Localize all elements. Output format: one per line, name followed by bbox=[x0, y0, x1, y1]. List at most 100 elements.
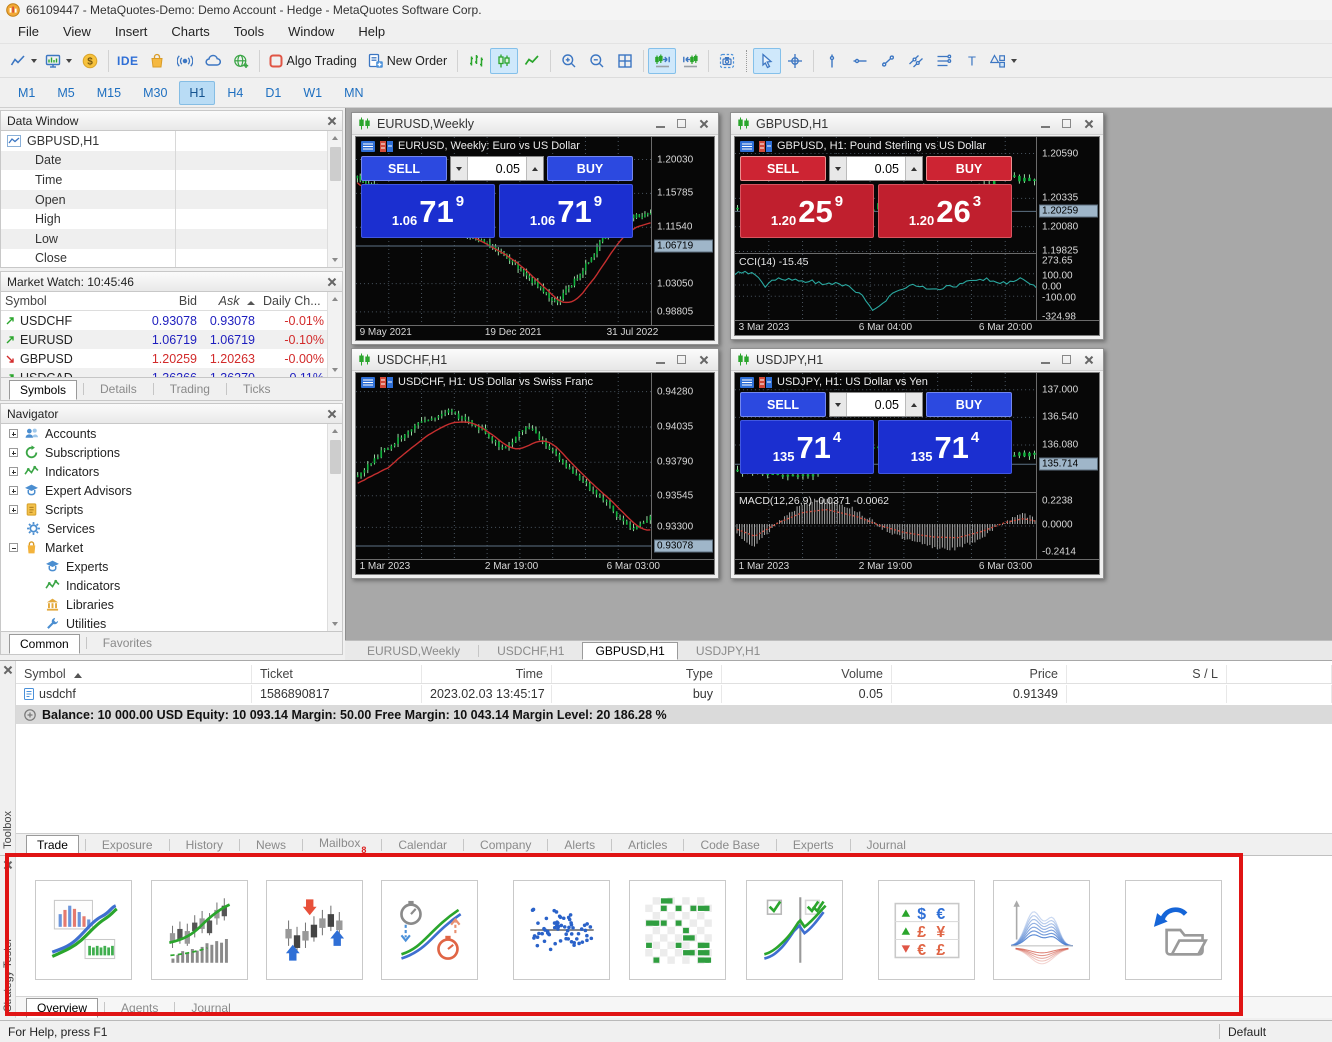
tab-ticks[interactable]: Ticks bbox=[233, 380, 281, 398]
col-ask[interactable]: Ask bbox=[201, 294, 259, 308]
close-icon[interactable] bbox=[698, 355, 708, 365]
tab-details[interactable]: Details bbox=[90, 380, 147, 398]
candlestick-chart[interactable] bbox=[356, 373, 652, 559]
col-daily-change[interactable]: Daily Ch... bbox=[259, 294, 327, 308]
col-symbol[interactable]: Symbol bbox=[16, 665, 252, 683]
scroll-down-icon[interactable] bbox=[329, 253, 342, 267]
market-watch-row[interactable]: USDCAD1.362661.362700.11% bbox=[1, 368, 327, 377]
minimize-icon[interactable] bbox=[1041, 126, 1050, 128]
tab-mailbox[interactable]: Mailbox8 bbox=[309, 834, 375, 854]
market-button[interactable] bbox=[143, 48, 171, 74]
minimize-icon[interactable] bbox=[1041, 362, 1050, 364]
tree-item-market-experts[interactable]: Experts bbox=[1, 557, 327, 576]
profile-name[interactable]: Default bbox=[1228, 1025, 1324, 1039]
menu-file[interactable]: File bbox=[6, 21, 51, 42]
algo-trading-button[interactable]: Algo Trading bbox=[264, 48, 363, 74]
tab-exposure[interactable]: Exposure bbox=[92, 836, 163, 854]
volume-decrease-button[interactable] bbox=[451, 157, 468, 180]
scroll-down-icon[interactable] bbox=[329, 617, 342, 631]
menu-help[interactable]: Help bbox=[346, 21, 397, 42]
tab-articles[interactable]: Articles bbox=[618, 836, 677, 854]
account-summary-row[interactable]: Balance: 10 000.00 USD Equity: 10 093.14… bbox=[16, 705, 1332, 724]
tree-item-market-libraries[interactable]: Libraries bbox=[1, 595, 327, 614]
close-icon[interactable] bbox=[698, 119, 708, 129]
sell-price[interactable]: 1.06719 bbox=[361, 184, 495, 238]
data-window-titlebar[interactable]: Data Window bbox=[1, 111, 342, 131]
chart-tab-usdjpy[interactable]: USDJPY,H1 bbox=[684, 643, 772, 659]
market-watch-row[interactable]: GBPUSD1.202591.20263-0.00% bbox=[1, 349, 327, 368]
tab-news[interactable]: News bbox=[246, 836, 296, 854]
macd-indicator-pane[interactable]: MACD(12,26,9) -0.0371 -0.0062 bbox=[735, 492, 1037, 559]
expand-icon[interactable] bbox=[9, 448, 18, 457]
expand-icon[interactable] bbox=[9, 505, 18, 514]
tile-trade-signals[interactable] bbox=[266, 880, 363, 980]
expand-icon[interactable] bbox=[9, 467, 18, 476]
scroll-up-icon[interactable] bbox=[329, 424, 342, 438]
candlestick-mode-button[interactable] bbox=[490, 48, 518, 74]
tile-forward-testing[interactable] bbox=[746, 880, 843, 980]
tab-symbols[interactable]: Symbols bbox=[9, 380, 77, 400]
bar-chart-mode-button[interactable] bbox=[462, 48, 490, 74]
line-chart-mode-button[interactable] bbox=[518, 48, 546, 74]
zoom-out-button[interactable] bbox=[583, 48, 611, 74]
expand-icon[interactable] bbox=[9, 486, 18, 495]
buy-button[interactable]: BUY bbox=[547, 156, 633, 181]
col-ticket[interactable]: Ticket bbox=[252, 665, 422, 683]
buy-button[interactable]: BUY bbox=[926, 392, 1012, 417]
col-sl[interactable]: S / L bbox=[1067, 665, 1227, 683]
maximize-icon[interactable] bbox=[677, 119, 686, 128]
volume-stepper[interactable]: 0.05 bbox=[829, 156, 923, 181]
scrollbar[interactable] bbox=[327, 292, 342, 377]
col-volume[interactable]: Volume bbox=[722, 665, 892, 683]
trendline-tool-button[interactable] bbox=[874, 48, 902, 74]
volume-value[interactable]: 0.05 bbox=[468, 157, 526, 180]
maximize-icon[interactable] bbox=[1062, 119, 1071, 128]
scrollbar[interactable] bbox=[327, 131, 342, 267]
buy-button[interactable]: BUY bbox=[926, 156, 1012, 181]
tab-code-base[interactable]: Code Base bbox=[690, 836, 769, 854]
col-symbol[interactable]: Symbol bbox=[1, 294, 117, 308]
volume-increase-button[interactable] bbox=[526, 157, 543, 180]
tree-item-market-indicators[interactable]: Indicators bbox=[1, 576, 327, 595]
minimize-icon[interactable] bbox=[656, 126, 665, 128]
tab-trading[interactable]: Trading bbox=[160, 380, 220, 398]
ide-button[interactable]: IDE bbox=[113, 48, 143, 74]
collapse-icon[interactable] bbox=[9, 543, 18, 552]
scrollbar[interactable] bbox=[327, 424, 342, 631]
col-price[interactable]: Price bbox=[892, 665, 1067, 683]
tf-d1[interactable]: D1 bbox=[255, 81, 291, 105]
tab-journal[interactable]: Journal bbox=[857, 836, 916, 854]
chart-window-titlebar[interactable]: USDCHF,H1 bbox=[352, 349, 718, 371]
chart-window-usdjpy[interactable]: USDJPY,H1 USDJPY, H1: US Dollar vs Yen S… bbox=[730, 348, 1104, 579]
trade-table-header[interactable]: Symbol Ticket Time Type Volume Price S /… bbox=[16, 665, 1332, 684]
tab-overview[interactable]: Overview bbox=[26, 998, 98, 1018]
close-icon[interactable] bbox=[326, 277, 336, 287]
tf-w1[interactable]: W1 bbox=[293, 81, 332, 105]
close-icon[interactable] bbox=[326, 409, 336, 419]
tile-optimization-matrix[interactable] bbox=[629, 880, 726, 980]
chart-tab-eurusd[interactable]: EURUSD,Weekly bbox=[355, 643, 472, 659]
cci-indicator-pane[interactable]: CCI(14) -15.45 bbox=[735, 253, 1037, 320]
tree-item-expert-advisors[interactable]: Expert Advisors bbox=[1, 481, 327, 500]
chart-window-eurusd[interactable]: EURUSD,Weekly EURUSD, Weekly: Euro vs US… bbox=[351, 112, 719, 345]
sell-button[interactable]: SELL bbox=[361, 156, 447, 181]
volume-value[interactable]: 0.05 bbox=[847, 393, 905, 416]
horizontal-line-tool-button[interactable] bbox=[846, 48, 874, 74]
tree-item-scripts[interactable]: Scripts bbox=[1, 500, 327, 519]
zoom-in-button[interactable] bbox=[555, 48, 583, 74]
channel-tool-button[interactable] bbox=[902, 48, 930, 74]
market-watch-row[interactable]: EURUSD1.067191.06719-0.10% bbox=[1, 330, 327, 349]
close-icon[interactable] bbox=[1083, 119, 1093, 129]
tab-experts[interactable]: Experts bbox=[783, 836, 844, 854]
menu-insert[interactable]: Insert bbox=[103, 21, 160, 42]
volume-value[interactable]: 0.05 bbox=[847, 157, 905, 180]
screenshot-button[interactable] bbox=[713, 48, 741, 74]
buy-price[interactable]: 1.06719 bbox=[499, 184, 633, 238]
text-tool-button[interactable]: T bbox=[958, 48, 986, 74]
close-icon[interactable] bbox=[3, 665, 13, 675]
tile-multicurrency[interactable]: $€£¥€£ bbox=[878, 880, 975, 980]
community-button[interactable] bbox=[227, 48, 255, 74]
volume-stepper[interactable]: 0.05 bbox=[450, 156, 544, 181]
profiles-button[interactable] bbox=[41, 48, 76, 74]
menu-charts[interactable]: Charts bbox=[159, 21, 221, 42]
